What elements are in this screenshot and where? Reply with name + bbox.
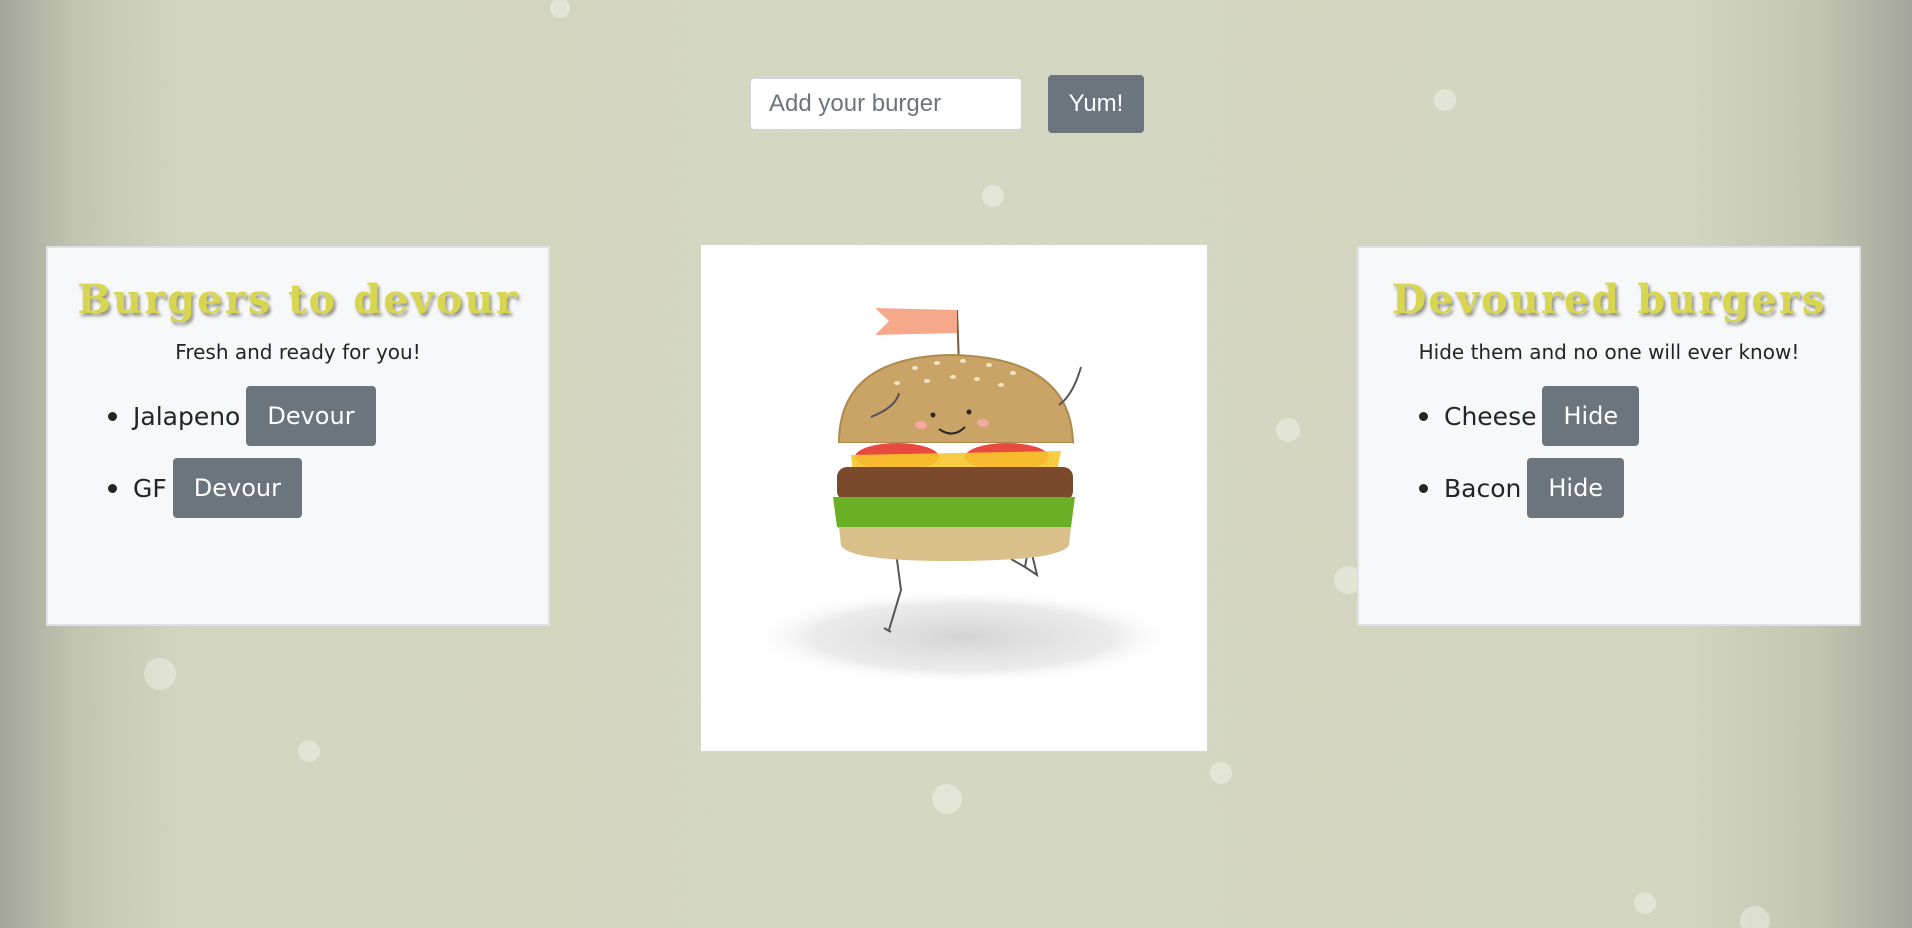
- list-item: Cheese Hide: [1419, 386, 1859, 446]
- list-item: Jalapeno Devour: [108, 386, 548, 446]
- burgers-to-devour-title: Burgers to devour: [77, 276, 519, 323]
- devoured-burgers-list: Cheese Hide Bacon Hide: [1359, 386, 1859, 518]
- burger-name: Bacon: [1444, 473, 1522, 503]
- bullet-icon: [108, 411, 117, 421]
- burgers-to-devour-list: Jalapeno Devour GF Devour: [48, 386, 548, 518]
- burgers-to-devour-card: Burgers to devour Fresh and ready for yo…: [46, 246, 550, 626]
- burger-name: GF: [133, 473, 167, 503]
- background-bubble: [932, 784, 962, 814]
- background-bubble: [1740, 906, 1770, 928]
- background-bubble: [1434, 89, 1456, 111]
- burger-name: Jalapeno: [133, 401, 241, 431]
- background-bubble: [1210, 762, 1232, 784]
- list-item: GF Devour: [108, 458, 548, 518]
- devoured-burgers-subtitle: Hide them and no one will ever know!: [1418, 340, 1800, 364]
- background-bubble: [550, 0, 570, 18]
- add-burger-form: Yum!: [750, 75, 1144, 133]
- background-bubble: [1634, 892, 1656, 914]
- dancing-burger-illustration-icon: [748, 308, 1178, 685]
- devoured-burgers-title: Devoured burgers: [1391, 276, 1827, 323]
- devour-button[interactable]: Devour: [246, 386, 376, 446]
- burger-name-input[interactable]: [750, 78, 1022, 130]
- devoured-burgers-card: Devoured burgers Hide them and no one wi…: [1357, 246, 1861, 626]
- bullet-icon: [1419, 483, 1428, 493]
- burger-image-card: [701, 245, 1207, 751]
- background-bubble: [298, 740, 320, 762]
- bullet-icon: [1419, 411, 1428, 421]
- background-bubble: [144, 658, 176, 690]
- hide-button[interactable]: Hide: [1527, 458, 1625, 518]
- hide-button[interactable]: Hide: [1542, 386, 1640, 446]
- background-bubble: [982, 185, 1004, 207]
- background-bubble: [1276, 418, 1300, 442]
- devour-button[interactable]: Devour: [172, 458, 302, 518]
- bullet-icon: [108, 483, 117, 493]
- burgers-to-devour-subtitle: Fresh and ready for you!: [175, 340, 421, 364]
- list-item: Bacon Hide: [1419, 458, 1859, 518]
- burger-name: Cheese: [1444, 401, 1537, 431]
- yum-submit-button[interactable]: Yum!: [1048, 75, 1144, 133]
